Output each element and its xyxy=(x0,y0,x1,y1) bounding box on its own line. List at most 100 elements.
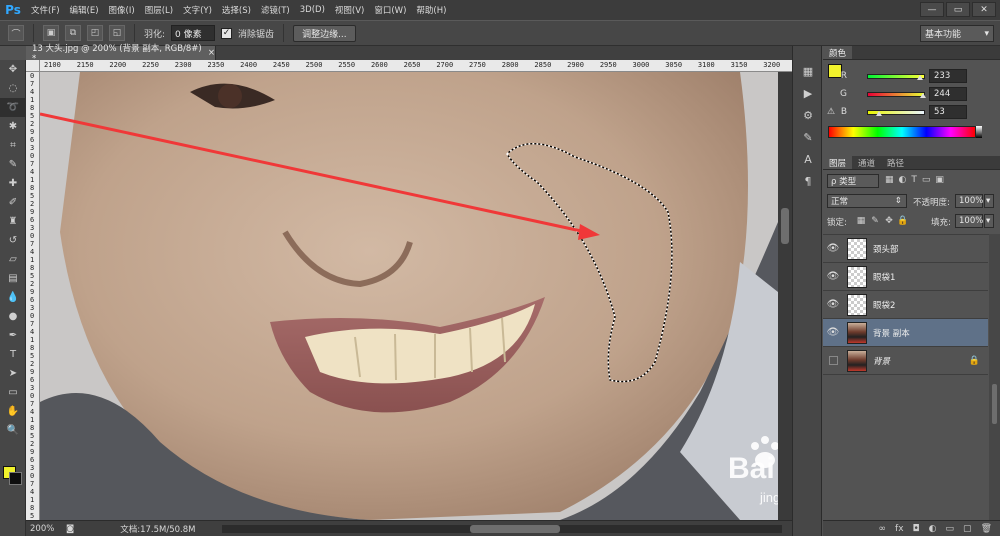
eyedropper-tool-icon[interactable]: ✎ xyxy=(0,155,26,174)
lock-transparent-icon[interactable]: ▦ xyxy=(855,215,867,227)
tab-channels[interactable]: 通道 xyxy=(852,156,881,169)
add-mask-icon[interactable]: ◘ xyxy=(913,524,920,534)
layer-filter-select[interactable]: ρ 类型 xyxy=(827,174,879,188)
link-layers-icon[interactable]: ∞ xyxy=(879,524,887,534)
dodge-tool-icon[interactable]: ● xyxy=(0,307,26,326)
menu-help[interactable]: 帮助(H) xyxy=(411,4,451,16)
lock-pixels-icon[interactable]: ✎ xyxy=(869,215,881,227)
subtract-selection-icon[interactable]: ◰ xyxy=(87,25,103,41)
visibility-off-box[interactable] xyxy=(823,356,843,365)
image-canvas[interactable]: Bai经验 jingyan.baidu.com xyxy=(40,72,778,520)
hand-tool-icon[interactable]: ✋ xyxy=(0,402,26,421)
shape-tool-icon[interactable]: ▭ xyxy=(0,383,26,402)
menu-image[interactable]: 图像(I) xyxy=(104,4,140,16)
horizontal-scroll-thumb[interactable] xyxy=(470,525,560,533)
layer-row[interactable]: 👁 颈头部 xyxy=(823,235,988,263)
blur-tool-icon[interactable]: 💧 xyxy=(0,288,26,307)
horizontal-scrollbar[interactable] xyxy=(222,525,782,533)
brush-panel-icon[interactable]: ✎ xyxy=(793,126,823,148)
menu-view[interactable]: 视图(V) xyxy=(330,4,369,16)
minimize-button[interactable]: — xyxy=(920,2,944,17)
g-slider-track[interactable] xyxy=(867,91,925,97)
layer-row[interactable]: 👁 眼袋2 xyxy=(823,291,988,319)
eraser-tool-icon[interactable]: ▱ xyxy=(0,250,26,269)
character-panel-icon[interactable]: A xyxy=(793,148,823,170)
shape-filter-icon[interactable]: ▭ xyxy=(922,175,931,185)
layer-style-icon[interactable]: fx xyxy=(895,524,904,534)
menu-filter[interactable]: 滤镜(T) xyxy=(256,4,295,16)
lasso-preset-icon[interactable]: ⌒ xyxy=(8,25,24,41)
g-slider-handle[interactable] xyxy=(919,93,926,98)
document-tab[interactable]: 13 大头.jpg @ 200% (背景 副本, RGB/8#) * × xyxy=(26,44,216,64)
b-value-field[interactable]: 53 xyxy=(929,105,967,119)
blend-mode-select[interactable]: 正常 ⇕ xyxy=(827,194,907,208)
pixel-filter-icon[interactable]: ▦ xyxy=(885,175,894,185)
menu-3d[interactable]: 3D(D) xyxy=(295,5,330,15)
marquee-tool-icon[interactable]: ◌ xyxy=(0,79,26,98)
lock-position-icon[interactable]: ✥ xyxy=(883,215,895,227)
menu-edit[interactable]: 编辑(E) xyxy=(65,4,104,16)
new-layer-icon[interactable]: ▢ xyxy=(963,524,972,534)
vertical-scrollbar[interactable] xyxy=(778,72,792,520)
menu-file[interactable]: 文件(F) xyxy=(26,4,65,16)
opacity-dropdown[interactable]: ▾ xyxy=(984,194,994,208)
lasso-tool-icon[interactable]: ➰ xyxy=(0,98,26,117)
clone-stamp-tool-icon[interactable]: ♜ xyxy=(0,212,26,231)
fill-dropdown[interactable]: ▾ xyxy=(984,214,994,228)
history-brush-tool-icon[interactable]: ↺ xyxy=(0,231,26,250)
close-button[interactable]: ✕ xyxy=(972,2,996,17)
grayscale-ramp[interactable] xyxy=(976,126,982,138)
pen-tool-icon[interactable]: ✒ xyxy=(0,326,26,345)
menu-window[interactable]: 窗口(W) xyxy=(369,4,411,16)
visibility-eye-icon[interactable]: 👁 xyxy=(823,271,843,282)
opacity-field[interactable]: 100% xyxy=(955,194,983,208)
trash-icon[interactable]: 🗑 xyxy=(981,524,992,534)
gamut-warning-icon[interactable]: ⚠ xyxy=(827,107,835,117)
visibility-eye-icon[interactable]: 👁 xyxy=(823,327,843,338)
menu-select[interactable]: 选择(S) xyxy=(217,4,256,16)
layers-scroll-thumb[interactable] xyxy=(992,384,997,424)
visibility-eye-icon[interactable]: 👁 xyxy=(823,243,843,254)
adjust-filter-icon[interactable]: ◐ xyxy=(899,175,907,185)
actions-panel-icon[interactable]: ▶ xyxy=(793,82,823,104)
menu-type[interactable]: 文字(Y) xyxy=(178,4,217,16)
paragraph-panel-icon[interactable]: ¶ xyxy=(793,170,823,192)
tab-layers[interactable]: 图层 xyxy=(823,156,853,169)
vertical-scroll-thumb[interactable] xyxy=(781,208,789,244)
crop-tool-icon[interactable]: ⌗ xyxy=(0,136,26,155)
tab-color[interactable]: 颜色 xyxy=(823,46,853,59)
r-value-field[interactable]: 233 xyxy=(929,69,967,83)
zoom-field[interactable]: 200% xyxy=(26,524,62,534)
feather-input[interactable] xyxy=(171,25,216,41)
close-tab-icon[interactable]: × xyxy=(208,48,215,58)
gradient-tool-icon[interactable]: ▤ xyxy=(0,269,26,288)
layer-row[interactable]: 背景 🔒 xyxy=(823,347,988,375)
move-tool-icon[interactable]: ✥ xyxy=(0,60,26,79)
g-value-field[interactable]: 244 xyxy=(929,87,967,101)
path-select-tool-icon[interactable]: ➤ xyxy=(0,364,26,383)
b-slider-handle[interactable] xyxy=(876,111,883,116)
menu-layer[interactable]: 图层(L) xyxy=(140,4,178,16)
antialias-checkbox[interactable]: ✓ xyxy=(221,27,233,39)
brush-tool-icon[interactable]: ✐ xyxy=(0,193,26,212)
zoom-tool-icon[interactable]: 🔍 xyxy=(0,421,26,440)
lock-all-icon[interactable]: 🔒 xyxy=(897,215,909,227)
fill-field[interactable]: 100% xyxy=(955,214,983,228)
type-filter-icon[interactable]: T xyxy=(911,175,917,185)
refine-edge-button[interactable]: 调整边缘... xyxy=(293,24,356,42)
tab-paths[interactable]: 路径 xyxy=(881,156,910,169)
maximize-button[interactable]: ▭ xyxy=(946,2,970,17)
ruler-origin[interactable] xyxy=(26,60,40,72)
layers-scrollbar[interactable] xyxy=(989,234,1000,534)
quick-select-tool-icon[interactable]: ✱ xyxy=(0,117,26,136)
color-spectrum-ramp[interactable] xyxy=(828,126,976,138)
type-tool-icon[interactable]: T xyxy=(0,345,26,364)
layer-row[interactable]: 👁 眼袋1 xyxy=(823,263,988,291)
smart-filter-icon[interactable]: ▣ xyxy=(935,175,944,185)
add-selection-icon[interactable]: ⧉ xyxy=(65,25,81,41)
layer-row-selected[interactable]: 👁 背景 副本 xyxy=(823,319,988,347)
new-selection-icon[interactable]: ▣ xyxy=(43,25,59,41)
workspace-select[interactable]: 基本功能 ▾ xyxy=(920,25,994,42)
background-color-swatch[interactable] xyxy=(9,472,22,485)
info-icon[interactable]: ◙ xyxy=(66,524,74,534)
